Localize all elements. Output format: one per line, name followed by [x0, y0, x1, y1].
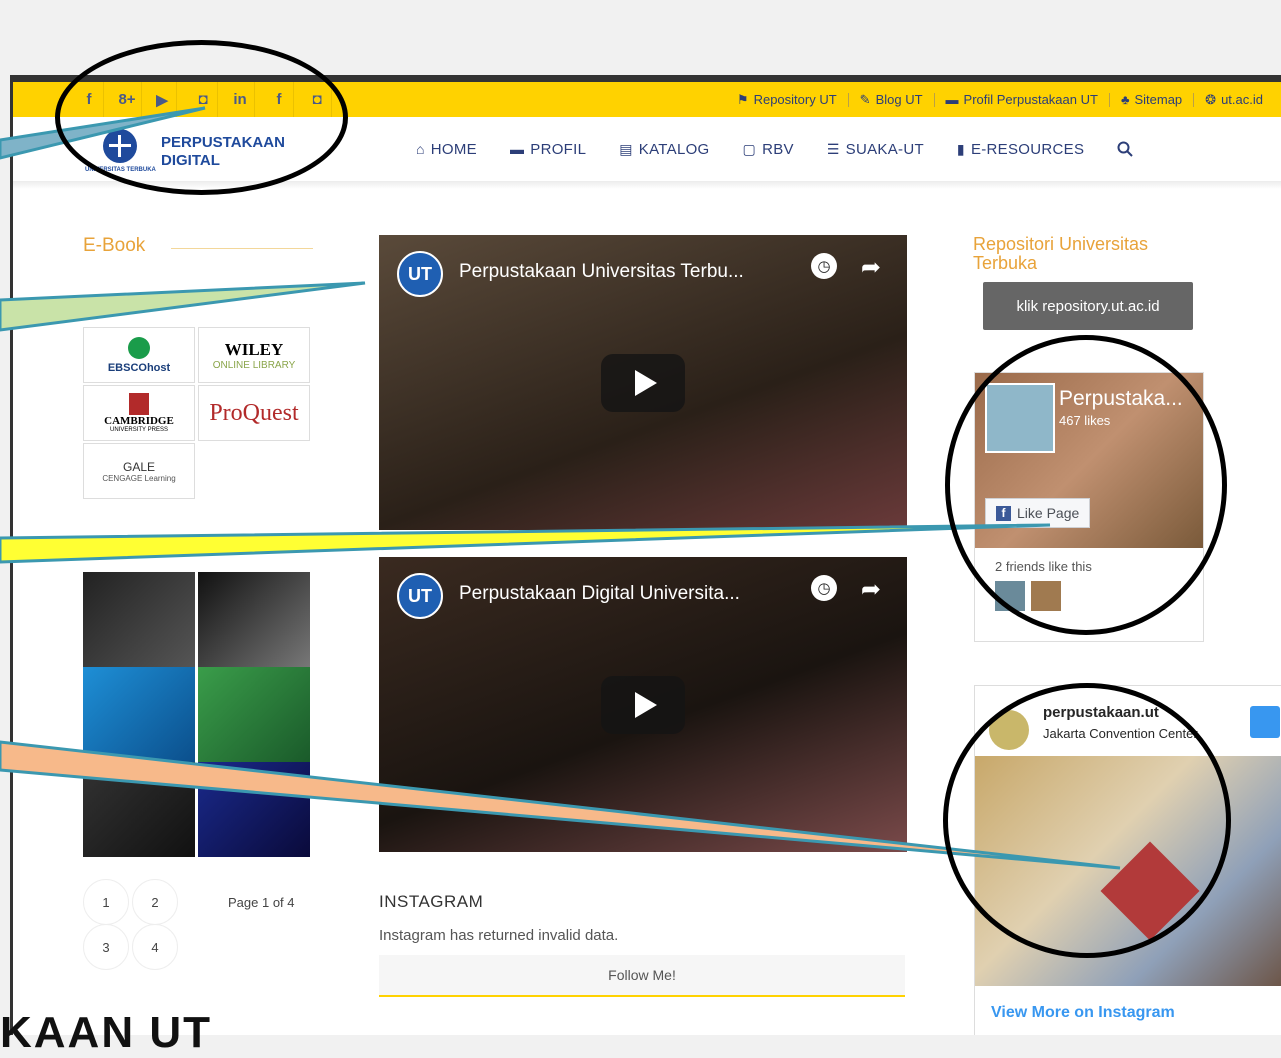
- caption-text: KAAN UT: [0, 1008, 212, 1057]
- callout-arrow: [0, 523, 1051, 564]
- annotation-circle: [945, 335, 1227, 635]
- annotation-circle: [55, 40, 348, 195]
- callout-arrow: [0, 281, 366, 332]
- annotation-circle: [943, 683, 1231, 958]
